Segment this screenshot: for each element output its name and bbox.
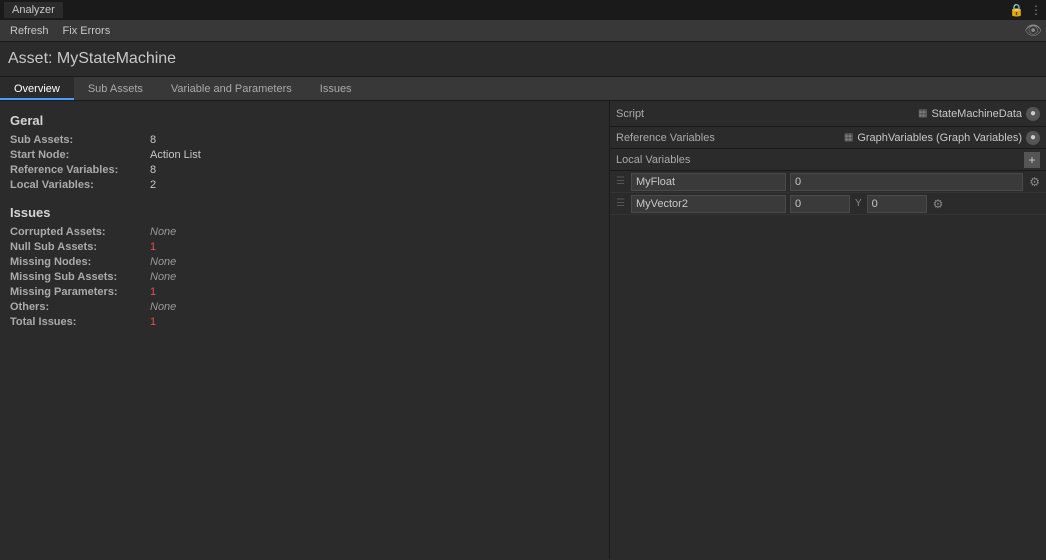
ref-var-right: ▦ GraphVariables (Graph Variables) ● (844, 131, 1040, 145)
local-variables-row: Local Variables: 2 (10, 179, 599, 191)
state-machine-data-title: ▦ StateMachineData (918, 108, 1022, 120)
null-sub-assets-value: 1 (150, 241, 156, 253)
toolbar: Refresh Fix Errors 👁 (0, 20, 1046, 42)
corrupted-assets-value: None (150, 226, 176, 238)
gear-button-myfloat[interactable]: ⚙ (1027, 175, 1042, 189)
sub-assets-value: 8 (150, 134, 156, 146)
missing-nodes-value: None (150, 256, 176, 268)
top-bar: Analyzer 🔒 ⋮ (0, 0, 1046, 20)
right-header: Script ▦ StateMachineData ● (610, 101, 1046, 127)
local-variables-label: Local Variables: (10, 179, 150, 191)
reference-variables-label: Reference Variables: (10, 164, 150, 176)
asset-title: Asset: MyStateMachine (8, 50, 176, 67)
y-label: Y (855, 198, 862, 209)
top-bar-icons: 🔒 ⋮ (1009, 3, 1042, 17)
right-panel: Script ▦ StateMachineData ● Reference Va… (610, 101, 1046, 559)
main-content: Geral Sub Assets: 8 Start Node: Action L… (0, 101, 1046, 559)
drag-handle-myfloat[interactable]: ☰ (614, 176, 627, 187)
tabs-bar: Overview Sub Assets Variable and Paramet… (0, 77, 1046, 101)
lock-icon[interactable]: 🔒 (1009, 3, 1024, 17)
missing-parameters-value: 1 (150, 286, 156, 298)
null-sub-assets-row: Null Sub Assets: 1 (10, 241, 599, 253)
missing-parameters-label: Missing Parameters: (10, 286, 150, 298)
grid-icon: ▦ (918, 108, 927, 119)
reference-variables-subheader-label: Reference Variables (616, 132, 715, 144)
start-node-row: Start Node: Action List (10, 149, 599, 161)
missing-nodes-label: Missing Nodes: (10, 256, 150, 268)
state-machine-data-circle-btn[interactable]: ● (1026, 107, 1040, 121)
total-issues-label: Total Issues: (10, 316, 150, 328)
menu-icon[interactable]: ⋮ (1030, 3, 1042, 17)
drag-handle-myvector2[interactable]: ☰ (614, 198, 627, 209)
missing-sub-assets-value: None (150, 271, 176, 283)
total-issues-value: 1 (150, 316, 156, 328)
missing-parameters-row: Missing Parameters: 1 (10, 286, 599, 298)
null-sub-assets-label: Null Sub Assets: (10, 241, 150, 253)
add-local-variable-button[interactable]: + (1024, 152, 1040, 168)
missing-sub-assets-label: Missing Sub Assets: (10, 271, 150, 283)
graph-variables-icon: ▦ (844, 132, 853, 143)
sub-assets-row: Sub Assets: 8 (10, 134, 599, 146)
refresh-button[interactable]: Refresh (4, 22, 55, 40)
start-node-value: Action List (150, 149, 201, 161)
eye-icon[interactable]: 👁 (1024, 22, 1042, 38)
geral-section-title: Geral (10, 113, 599, 128)
others-value: None (150, 301, 176, 313)
script-label: Script (616, 108, 644, 120)
start-node-label: Start Node: (10, 149, 150, 161)
issues-section-title: Issues (10, 205, 599, 220)
others-label: Others: (10, 301, 150, 313)
others-row: Others: None (10, 301, 599, 313)
local-variables-header-label: Local Variables (616, 154, 690, 166)
local-variables-header: Local Variables + (610, 149, 1046, 171)
var-value-y-myvector2[interactable] (867, 195, 927, 213)
analyzer-tab[interactable]: Analyzer (4, 2, 63, 18)
left-panel: Geral Sub Assets: 8 Start Node: Action L… (0, 101, 610, 559)
var-row-myfloat: ☰ ⚙ (610, 171, 1046, 193)
tab-sub-assets[interactable]: Sub Assets (74, 77, 157, 100)
graph-variables-label: GraphVariables (Graph Variables) (857, 132, 1022, 144)
var-value-myfloat[interactable] (790, 173, 1023, 191)
reference-variables-value: 8 (150, 164, 156, 176)
var-name-myvector2[interactable] (631, 195, 786, 213)
missing-sub-assets-row: Missing Sub Assets: None (10, 271, 599, 283)
tab-issues[interactable]: Issues (306, 77, 366, 100)
missing-nodes-row: Missing Nodes: None (10, 256, 599, 268)
total-issues-row: Total Issues: 1 (10, 316, 599, 328)
local-variables-value: 2 (150, 179, 156, 191)
var-name-myfloat[interactable] (631, 173, 786, 191)
sub-assets-label: Sub Assets: (10, 134, 150, 146)
tab-variable-and-parameters[interactable]: Variable and Parameters (157, 77, 306, 100)
var-row-myvector2: ☰ Y ⚙ (610, 193, 1046, 215)
toolbar-right: 👁 (1024, 22, 1042, 39)
graph-variables-circle-btn[interactable]: ● (1026, 131, 1040, 145)
reference-variables-subheader: Reference Variables ▦ GraphVariables (Gr… (610, 127, 1046, 149)
graph-variables-value: ▦ GraphVariables (Graph Variables) (844, 132, 1022, 144)
var-value-x-myvector2[interactable] (790, 195, 850, 213)
tab-overview[interactable]: Overview (0, 77, 74, 100)
right-header-right: ▦ StateMachineData ● (918, 107, 1040, 121)
gear-button-myvector2[interactable]: ⚙ (931, 197, 946, 211)
fix-errors-button[interactable]: Fix Errors (57, 22, 117, 40)
state-machine-data-label: StateMachineData (932, 108, 1023, 120)
asset-title-bar: Asset: MyStateMachine (0, 42, 1046, 77)
corrupted-assets-row: Corrupted Assets: None (10, 226, 599, 238)
reference-variables-row: Reference Variables: 8 (10, 164, 599, 176)
corrupted-assets-label: Corrupted Assets: (10, 226, 150, 238)
